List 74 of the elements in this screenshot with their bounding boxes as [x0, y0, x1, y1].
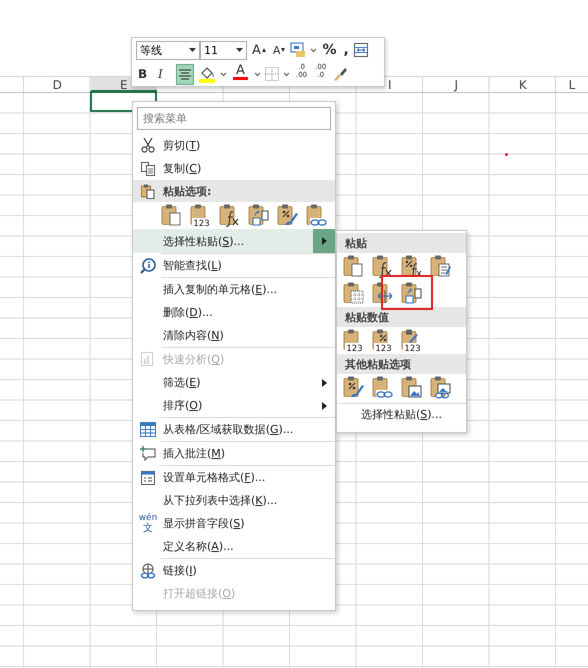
menu-item[interactable]: 剪切(T): [133, 134, 335, 157]
clipboard-icon[interactable]: [400, 375, 424, 400]
brush-icon[interactable]: [332, 66, 348, 82]
section-header: 粘贴选项:: [163, 184, 212, 198]
menu-item[interactable]: 定义名称(A)...: [133, 535, 335, 558]
chart-icon: [141, 352, 155, 367]
pinyin-icon: wén 文: [138, 514, 158, 534]
font-color-button[interactable]: A: [231, 64, 250, 84]
search-icon: [140, 258, 156, 274]
menu-item[interactable]: 智能查找(L): [133, 254, 335, 277]
menu-item[interactable]: 选择性粘贴(S)...: [133, 229, 335, 253]
menu-item[interactable]: 清除内容(N): [133, 324, 335, 347]
menu-item[interactable]: 选择性粘贴(S)...: [337, 404, 466, 425]
column-header[interactable]: D: [52, 78, 62, 92]
clipboard-icon[interactable]: [429, 375, 453, 400]
format-icon[interactable]: [290, 42, 308, 58]
submenu-arrow-icon: [322, 378, 326, 386]
center-align-button[interactable]: [176, 64, 194, 84]
chevron-icon[interactable]: [310, 48, 318, 52]
marker-dot: [505, 153, 508, 156]
section-header: 粘贴: [345, 236, 367, 250]
chevron-icon[interactable]: [254, 72, 261, 76]
column-header[interactable]: I: [388, 78, 392, 92]
menu-item[interactable]: 插入批注(M): [133, 442, 335, 465]
menu-item[interactable]: 筛选(E): [133, 371, 335, 394]
menu-item[interactable]: 从下拉列表中选择(K)...: [133, 489, 335, 512]
clipboard-icon[interactable]: [371, 375, 395, 400]
clipboard-icon: [141, 184, 155, 198]
clipboard-icon[interactable]: [400, 281, 424, 306]
globe-link-icon: [140, 562, 156, 578]
align-center-icon: [179, 68, 191, 80]
menu-item[interactable]: 链接(I): [133, 559, 335, 582]
font-size-dropdown[interactable]: 11: [200, 40, 247, 60]
menu-item[interactable]: 复制(C): [133, 157, 335, 180]
comma-button[interactable]: ,: [341, 40, 351, 60]
fill-color-icon[interactable]: [198, 65, 216, 83]
menu-item[interactable]: 设置单元格格式(F)...: [133, 466, 335, 489]
submenu-arrow-icon: [322, 402, 326, 410]
caret-icon[interactable]: [236, 48, 243, 52]
percent-button[interactable]: %: [320, 40, 338, 60]
grow-font-button[interactable]: A: [250, 40, 268, 60]
menu-item[interactable]: 插入复制的单元格(E)...: [133, 278, 335, 301]
triangle-up-icon: [262, 48, 266, 52]
clipboard-icon[interactable]: [305, 203, 329, 228]
search-field[interactable]: 搜索菜单: [137, 107, 331, 130]
table-icon: [140, 422, 156, 437]
menu-item[interactable]: 删除(D)...: [133, 301, 335, 324]
section-header: 其他粘贴选项: [345, 356, 411, 372]
chevron-icon[interactable]: [220, 72, 227, 76]
triangle-down-icon: [281, 48, 286, 52]
form-icon: [141, 470, 155, 484]
clipboard-icon[interactable]: [342, 375, 366, 400]
shrink-font-button[interactable]: A: [270, 40, 288, 60]
copy-icon: [141, 162, 155, 176]
section-header: 粘贴数值: [345, 310, 389, 324]
scissors-icon: [141, 138, 155, 153]
submenu-arrow-icon: [322, 237, 326, 245]
clipboard-icon[interactable]: [247, 203, 271, 228]
comment-icon: [140, 446, 156, 461]
column-header[interactable]: L: [568, 78, 576, 92]
chevron-icon[interactable]: [283, 72, 290, 76]
caret-icon[interactable]: [189, 48, 196, 52]
menu-item[interactable]: 排序(O): [133, 394, 335, 417]
column-header[interactable]: J: [454, 78, 458, 92]
clipboard-icon[interactable]: [276, 203, 300, 228]
menu-item[interactable]: 从表格/区域获取数据(G)...: [133, 418, 335, 441]
column-header[interactable]: K: [518, 78, 527, 92]
highlight-frame: [381, 275, 433, 310]
font-dropdown[interactable]: 等线: [136, 40, 200, 60]
clipboard-icon[interactable]: [371, 281, 395, 306]
italic-button[interactable]: I: [156, 64, 172, 84]
clipboard-icon[interactable]: [342, 281, 366, 306]
wrap-icon[interactable]: [354, 43, 368, 57]
clipboard-icon[interactable]: [429, 254, 453, 279]
